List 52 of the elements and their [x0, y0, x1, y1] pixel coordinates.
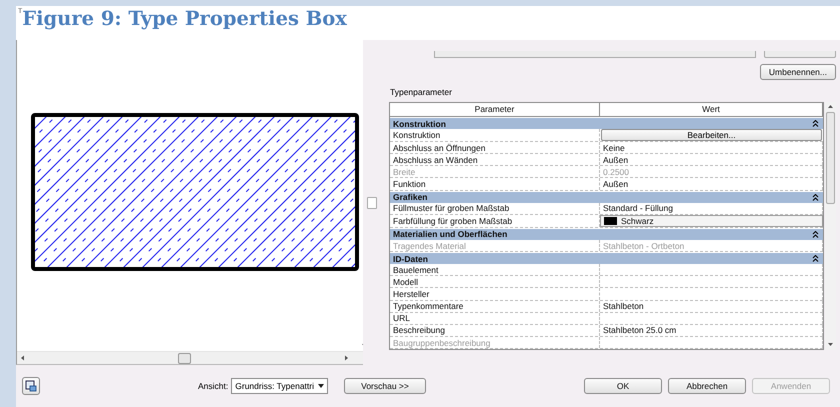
parameter-name: Bauelement [390, 264, 600, 276]
view-label: Ansicht: [198, 381, 228, 391]
parameter-name: Füllmuster für groben Maßstab [390, 202, 600, 214]
group-header[interactable]: Konstruktion [390, 118, 823, 130]
group-header[interactable]: ID-Daten [390, 253, 823, 264]
preview-button[interactable]: Vorschau >> [344, 378, 426, 394]
scroll-thumb[interactable] [178, 352, 191, 364]
floor-plan-icon [25, 380, 37, 392]
parameter-name: Hersteller [390, 288, 600, 300]
rename-button[interactable]: Umbenennen... [760, 64, 836, 80]
parameter-name: Typenkommentare [390, 300, 600, 312]
group-title: Grafiken [393, 192, 428, 202]
type-field[interactable] [434, 51, 756, 58]
parameter-value: Stahlbeton - Ortbeton [600, 240, 823, 252]
group-title: ID-Daten [393, 254, 428, 264]
parameter-name: URL [390, 312, 600, 324]
section-label: Typenparameter [390, 87, 453, 97]
group-header[interactable]: Materialien und Oberflächen [390, 228, 823, 240]
dialog-button[interactable]: OK [584, 378, 662, 394]
parameter-value: Standard - Füllung [600, 202, 823, 214]
parameter-name: Konstruktion [390, 129, 600, 142]
parameter-value: Stahlbeton [600, 300, 823, 312]
parameter-name: Abschluss an Öffnungen [390, 142, 600, 154]
parameter-name: Modell [390, 276, 600, 288]
parameter-value: Stahlbeton 25.0 cm [600, 324, 823, 336]
view-2d-button[interactable] [22, 377, 40, 395]
figure-caption: Figure 9: Type Properties Box [22, 6, 347, 32]
group-title: Materialien und Oberflächen [393, 229, 508, 240]
collapse-icon[interactable] [812, 255, 819, 262]
edit-button[interactable]: Bearbeiten... [601, 129, 822, 142]
splitter-handle[interactable] [367, 196, 377, 208]
group-title: Konstruktion [393, 118, 446, 129]
parameter-value: 0.2500 [600, 166, 823, 178]
parameter-name: Abschluss an Wänden [390, 154, 600, 166]
color-name: Schwarz [621, 216, 654, 226]
parameter-value: Außen [600, 154, 823, 166]
color-field[interactable]: Schwarz [600, 214, 823, 227]
dialog-button[interactable]: Abbrechen [668, 378, 746, 394]
parameter-value: Keine [600, 142, 823, 154]
collapse-icon[interactable] [812, 230, 819, 238]
parameter-name: Baugruppenbeschreibung [390, 336, 600, 348]
parameter-name: Breite [390, 166, 600, 178]
scroll-thumb[interactable] [826, 112, 835, 204]
group-header[interactable]: Grafiken [390, 192, 823, 203]
parameter-name: Funktion [390, 178, 600, 190]
parameter-value: Außen [600, 178, 823, 190]
parameter-name: Tragendes Material [390, 240, 600, 252]
view-dropdown[interactable]: Grundriss: Typenattri [231, 378, 328, 394]
collapse-icon[interactable] [812, 120, 819, 128]
parameter-name: Beschreibung [390, 324, 600, 336]
caret-icon [317, 383, 325, 389]
collapse-icon[interactable] [812, 194, 819, 201]
